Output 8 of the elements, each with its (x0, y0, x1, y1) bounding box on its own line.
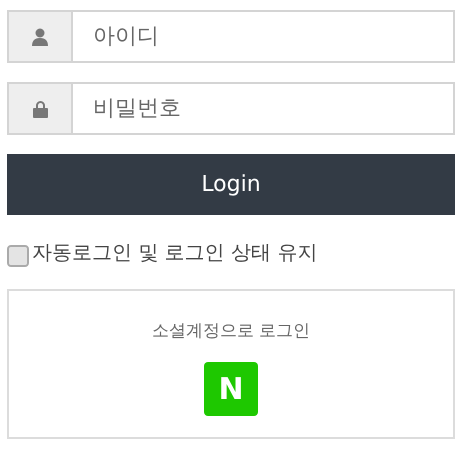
login-button[interactable]: Login (7, 154, 455, 215)
password-input-group[interactable]: 비밀번호 (7, 82, 455, 135)
checkbox[interactable] (7, 245, 29, 267)
user-icon (32, 28, 48, 46)
id-input-group[interactable]: 아이디 (7, 10, 455, 63)
lock-icon (32, 100, 48, 118)
remember-label: 자동로그인 및 로그인 상태 유지 (32, 238, 318, 266)
social-login-title: 소셜계정으로 로그인 (152, 320, 310, 342)
